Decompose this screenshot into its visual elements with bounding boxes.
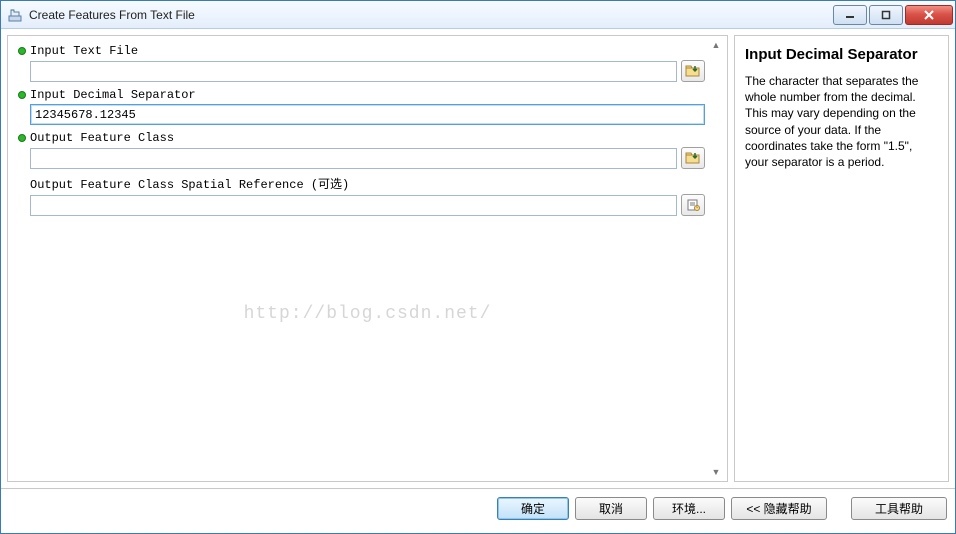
form-pane: ▲ Input Text File bbox=[7, 35, 728, 482]
content-area: ▲ Input Text File bbox=[1, 29, 955, 489]
environments-button[interactable]: 环境... bbox=[653, 497, 725, 520]
ok-button[interactable]: 确定 bbox=[497, 497, 569, 520]
field-output-spatial-ref: Output Feature Class Spatial Reference (… bbox=[18, 175, 705, 216]
required-marker-icon bbox=[18, 47, 26, 55]
help-title: Input Decimal Separator bbox=[745, 46, 938, 63]
required-marker-icon bbox=[18, 134, 26, 142]
label-output-spatial-ref: Output Feature Class Spatial Reference (… bbox=[18, 175, 705, 192]
help-body: The character that separates the whole n… bbox=[745, 73, 938, 170]
label-text: Output Feature Class Spatial Reference (… bbox=[30, 175, 349, 192]
required-marker-icon bbox=[18, 91, 26, 99]
field-output-feature-class: Output Feature Class bbox=[18, 131, 705, 169]
output-feature-class-field[interactable] bbox=[30, 148, 677, 169]
label-text: Input Decimal Separator bbox=[30, 88, 196, 102]
field-input-decimal-separator: Input Decimal Separator bbox=[18, 88, 705, 125]
window-title: Create Features From Text File bbox=[29, 8, 831, 22]
cancel-button[interactable]: 取消 bbox=[575, 497, 647, 520]
label-output-feature-class: Output Feature Class bbox=[18, 131, 705, 145]
button-bar: 确定 取消 环境... << 隐藏帮助 工具帮助 bbox=[1, 489, 955, 527]
label-input-text-file: Input Text File bbox=[18, 44, 705, 58]
scroll-down-icon[interactable]: ▼ bbox=[709, 465, 723, 479]
hide-help-button[interactable]: << 隐藏帮助 bbox=[731, 497, 827, 520]
browse-spatial-ref-button[interactable] bbox=[681, 194, 705, 216]
output-spatial-ref-field[interactable] bbox=[30, 195, 677, 216]
browse-input-file-button[interactable] bbox=[681, 60, 705, 82]
app-icon bbox=[7, 7, 23, 23]
label-text: Input Text File bbox=[30, 44, 138, 58]
field-input-text-file: Input Text File bbox=[18, 44, 705, 82]
scroll-up-icon[interactable]: ▲ bbox=[709, 38, 723, 52]
maximize-button[interactable] bbox=[869, 5, 903, 25]
help-pane: Input Decimal Separator The character th… bbox=[734, 35, 949, 482]
window-controls bbox=[831, 5, 953, 25]
browse-output-fc-button[interactable] bbox=[681, 147, 705, 169]
watermark-text: http://blog.csdn.net/ bbox=[244, 304, 492, 324]
label-text: Output Feature Class bbox=[30, 131, 174, 145]
close-button[interactable] bbox=[905, 5, 953, 25]
minimize-button[interactable] bbox=[833, 5, 867, 25]
tool-help-button[interactable]: 工具帮助 bbox=[851, 497, 947, 520]
label-input-decimal-separator: Input Decimal Separator bbox=[18, 88, 705, 102]
window-titlebar: Create Features From Text File bbox=[1, 1, 955, 29]
input-decimal-separator-field[interactable] bbox=[30, 104, 705, 125]
input-text-file-field[interactable] bbox=[30, 61, 677, 82]
